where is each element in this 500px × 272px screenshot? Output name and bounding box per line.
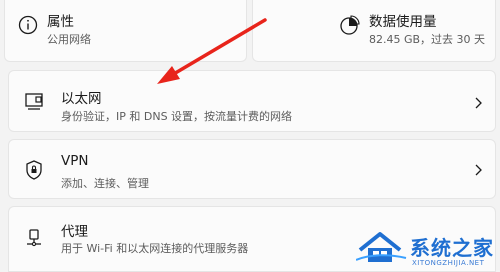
shield-icon <box>26 160 42 180</box>
info-icon <box>18 15 38 35</box>
properties-card[interactable]: 属性 公用网络 <box>4 0 247 62</box>
ethernet-row[interactable]: 以太网 身份验证，IP 和 DNS 设置，按流量计费的网络 <box>8 70 496 132</box>
watermark-url: XITONGZHIJIA.NET <box>412 259 485 267</box>
data-usage-title: 数据使用量 <box>369 14 437 30</box>
house-logo-icon <box>356 232 407 262</box>
vpn-title: VPN <box>61 153 89 169</box>
properties-subtitle: 公用网络 <box>47 33 91 46</box>
proxy-subtitle: 用于 Wi-Fi 和以太网连接的代理服务器 <box>61 242 249 255</box>
vpn-subtitle: 添加、连接、管理 <box>61 177 149 190</box>
pie-chart-icon <box>340 15 360 35</box>
ethernet-icon <box>25 93 43 110</box>
ethernet-title: 以太网 <box>61 91 102 107</box>
chevron-right-icon <box>475 97 482 109</box>
proxy-icon <box>27 229 41 247</box>
chevron-right-icon <box>475 164 482 176</box>
properties-title: 属性 <box>47 14 74 30</box>
watermark: 系统之家 XITONGZHIJIA.NET <box>352 228 500 272</box>
data-usage-subtitle: 82.45 GB，过去 30 天 <box>369 33 486 46</box>
ethernet-subtitle: 身份验证，IP 和 DNS 设置，按流量计费的网络 <box>61 110 293 123</box>
vpn-row[interactable]: VPN 添加、连接、管理 <box>8 139 496 199</box>
data-usage-card[interactable]: 数据使用量 82.45 GB，过去 30 天 <box>252 0 496 62</box>
proxy-title: 代理 <box>61 224 88 240</box>
watermark-text: 系统之家 <box>410 236 494 260</box>
